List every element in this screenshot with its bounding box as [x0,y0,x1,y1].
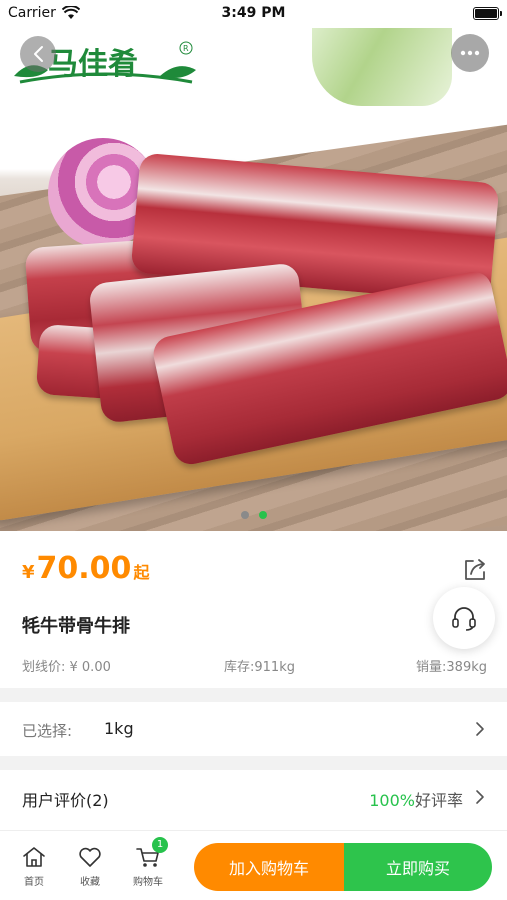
product-info-panel: ¥ 70.00 起 牦牛带骨牛排 划线价: ¥ 0.00 库存:911kg 销量… [0,531,507,688]
price-currency: ¥ [22,562,35,583]
tab-home-label: 首页 [24,877,44,888]
chevron-right-icon [476,722,484,736]
tab-cart[interactable]: 1 购物车 [124,837,172,888]
tab-favorites-label: 收藏 [80,877,100,888]
positive-rate: 100%好评率 [369,787,463,811]
original-price: 划线价: ¥ 0.00 [22,660,111,675]
status-time: 3:49 PM [221,5,286,21]
spec-selection-row[interactable]: 已选择: 1kg [0,702,507,756]
ellipsis-icon [460,50,480,56]
chevron-right-icon [476,790,484,804]
svg-text:R: R [183,44,189,53]
stock-amount: 库存:911kg [224,660,295,675]
customer-service-button[interactable] [433,587,495,649]
status-bar: Carrier 3:49 PM [0,0,507,28]
carousel-indicator [0,511,507,519]
selection-value: 1kg [104,719,134,738]
positive-rate-value: 100% [369,791,415,810]
sales-amount: 销量:389kg [416,660,487,675]
svg-text:马佳肴: 马佳肴 [48,47,138,82]
add-to-cart-button[interactable]: 加入购物车 [194,843,344,891]
headset-icon [452,607,476,631]
price-value: 70.00 [36,551,132,586]
heart-icon [79,847,101,867]
positive-rate-label: 好评率 [414,791,463,810]
chevron-left-icon [34,46,43,62]
carousel-dot-active[interactable] [258,511,267,519]
reviews-label: 用户评价(2) [22,791,109,810]
bottom-action-bar: 首页 收藏 1 购物车 加入购物车 立即购买 [0,830,507,900]
cart-count-badge: 1 [152,837,168,853]
price-suffix: 起 [133,563,150,582]
battery-icon [473,7,502,20]
home-icon [23,847,45,867]
back-button[interactable] [20,36,56,72]
product-name: 牦牛带骨牛排 [22,616,130,637]
hero-greens [312,28,452,106]
product-image-carousel[interactable]: 马佳肴 R [0,28,507,531]
tab-home[interactable]: 首页 [10,845,58,888]
product-price: ¥ 70.00 起 [22,551,149,586]
more-button[interactable] [451,34,489,72]
buy-now-button[interactable]: 立即购买 [344,843,492,891]
user-reviews-row[interactable]: 用户评价(2) 100%好评率 [0,770,507,830]
share-icon[interactable] [461,556,489,584]
tab-favorites[interactable]: 收藏 [66,845,114,888]
selection-label: 已选择: [22,722,73,740]
tab-cart-label: 购物车 [133,877,163,888]
carousel-dot[interactable] [240,511,249,519]
